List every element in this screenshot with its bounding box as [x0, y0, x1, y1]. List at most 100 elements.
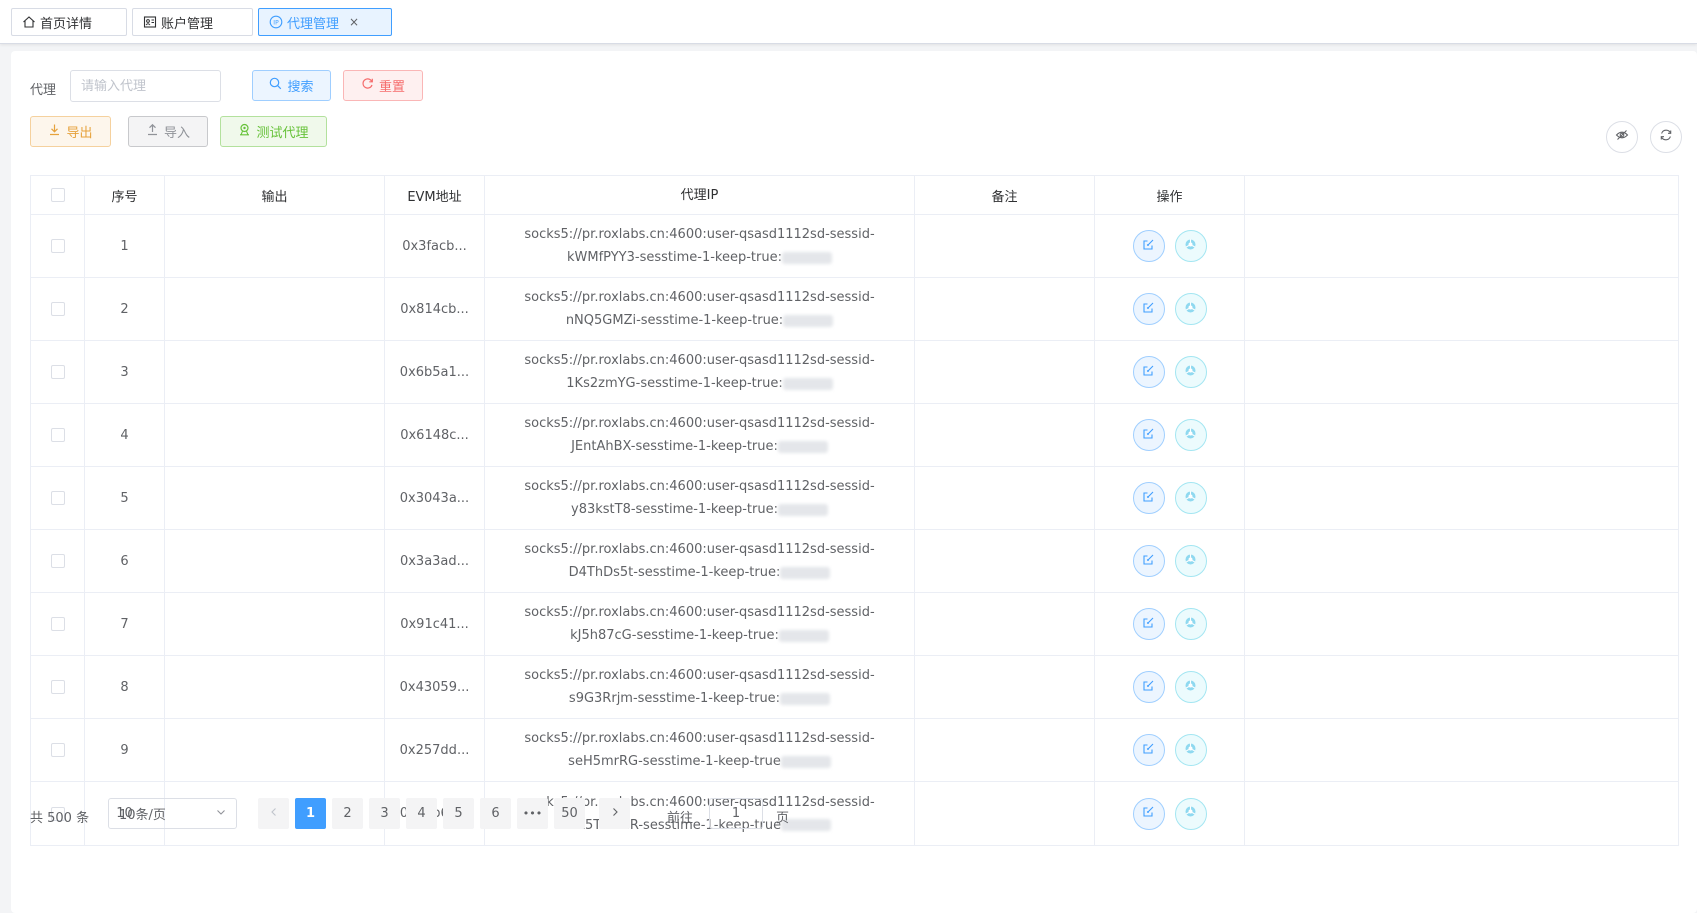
tab-bar: 首页详情 账户管理 IP 代理管理 ×: [0, 0, 1697, 44]
tab-home-details[interactable]: 首页详情: [11, 8, 127, 36]
chrome-icon: [1184, 742, 1197, 759]
redacted-blur: [782, 377, 833, 390]
row-checkbox-cell: [31, 278, 85, 340]
test-proxy-button-label: 测试代理: [256, 126, 309, 141]
row-filler: [1245, 656, 1678, 718]
page-number[interactable]: 2: [332, 798, 363, 829]
row-checkbox[interactable]: [50, 428, 65, 442]
test-button[interactable]: [1174, 482, 1207, 514]
goto-label: 前往: [667, 811, 694, 826]
row-note: [915, 341, 1095, 403]
reset-button-label: 重置: [378, 80, 405, 95]
row-operations: [1095, 593, 1245, 655]
row-evm-address: 0x257dd...: [385, 719, 485, 781]
row-checkbox[interactable]: [50, 680, 65, 694]
page-ellipsis[interactable]: •••: [517, 798, 548, 829]
page-size-select[interactable]: 10条/页: [108, 798, 237, 829]
row-checkbox[interactable]: [50, 743, 65, 757]
redacted-blur: [783, 314, 834, 327]
redacted-blur: [777, 503, 828, 516]
table-row: 9 0x257dd... socks5://pr.roxlabs.cn:4600:u…: [31, 719, 1678, 782]
table-row: 1 0x3facb... socks5://pr.roxlabs.cn:4600:u…: [31, 215, 1678, 278]
page-number[interactable]: 3: [369, 798, 400, 829]
row-checkbox[interactable]: [50, 365, 65, 379]
row-operations: [1095, 530, 1245, 592]
test-button[interactable]: [1174, 671, 1207, 703]
test-button[interactable]: [1174, 419, 1207, 451]
goto-page-input[interactable]: 1: [709, 798, 763, 829]
page-number[interactable]: 1: [295, 798, 326, 829]
test-button[interactable]: [1174, 545, 1207, 577]
edit-button[interactable]: [1132, 545, 1165, 577]
row-proxy-ip: socks5://pr.roxlabs.cn:4600:user-qsasd11…: [485, 341, 915, 403]
page-number[interactable]: 5: [443, 798, 474, 829]
row-proxy-ip: socks5://pr.roxlabs.cn:4600:user-qsasd11…: [485, 278, 915, 340]
tab-proxy-management[interactable]: IP 代理管理 ×: [258, 8, 392, 36]
row-operations: [1095, 341, 1245, 403]
select-all-checkbox[interactable]: [50, 188, 65, 202]
edit-button[interactable]: [1132, 797, 1165, 830]
row-output: [165, 719, 385, 781]
row-checkbox[interactable]: [50, 302, 65, 316]
proxy-ip-line2: D4ThDs5t-sesstime-1-keep-true:: [568, 565, 781, 580]
import-button[interactable]: 导入: [128, 116, 208, 147]
edit-button[interactable]: [1132, 230, 1165, 262]
chrome-icon: [1184, 490, 1197, 507]
table-row: 3 0x6b5a1... socks5://pr.roxlabs.cn:4600:u…: [31, 341, 1678, 404]
row-proxy-ip: socks5://pr.roxlabs.cn:4600:user-qsasd11…: [485, 782, 915, 845]
toggle-search-button[interactable]: [1606, 121, 1638, 153]
edit-button[interactable]: [1132, 356, 1165, 388]
test-button[interactable]: [1174, 608, 1207, 640]
row-checkbox[interactable]: [50, 491, 65, 505]
edit-button[interactable]: [1132, 293, 1165, 325]
row-checkbox[interactable]: [50, 239, 65, 253]
next-page-button[interactable]: [599, 798, 630, 829]
redacted-blur: [781, 251, 832, 264]
search-button-label: 搜索: [287, 80, 314, 95]
page-number[interactable]: 4: [406, 798, 437, 829]
edit-icon: [1142, 679, 1155, 696]
page-suffix-label: 页: [776, 811, 790, 826]
edit-button[interactable]: [1132, 419, 1165, 451]
page-number[interactable]: 6: [480, 798, 511, 829]
test-button[interactable]: [1174, 230, 1207, 262]
prev-page-button[interactable]: [258, 798, 289, 829]
edit-icon: [1142, 427, 1155, 444]
row-output: [165, 341, 385, 403]
chrome-icon: [1184, 301, 1197, 318]
edit-icon: [1142, 616, 1155, 633]
row-checkbox[interactable]: [50, 617, 65, 631]
edit-icon: [1142, 553, 1155, 570]
edit-button[interactable]: [1132, 608, 1165, 640]
export-button[interactable]: 导出: [30, 116, 111, 147]
proxy-search-input[interactable]: [81, 78, 210, 94]
close-icon[interactable]: ×: [349, 15, 359, 29]
tab-label: 账户管理: [161, 16, 214, 32]
search-button[interactable]: 搜索: [252, 70, 331, 101]
proxy-search-field[interactable]: [70, 70, 221, 102]
edit-button[interactable]: [1132, 671, 1165, 703]
row-proxy-ip: socks5://pr.roxlabs.cn:4600:user-qsasd11…: [485, 467, 915, 529]
table-header: 序号 输出 EVM地址 代理IP 备注 操作: [31, 176, 1678, 215]
test-button[interactable]: [1174, 293, 1207, 325]
proxy-ip-line1: socks5://pr.roxlabs.cn:4600:user-qsasd11…: [524, 731, 875, 746]
test-button[interactable]: [1174, 797, 1207, 830]
edit-button[interactable]: [1132, 482, 1165, 514]
test-button[interactable]: [1174, 356, 1207, 388]
row-proxy-ip: socks5://pr.roxlabs.cn:4600:user-qsasd11…: [485, 593, 915, 655]
test-button[interactable]: [1174, 734, 1207, 766]
tab-account-management[interactable]: 账户管理: [132, 8, 253, 36]
reset-button[interactable]: 重置: [343, 70, 423, 101]
page-number[interactable]: 50: [554, 798, 585, 829]
row-checkbox[interactable]: [50, 554, 65, 568]
row-proxy-ip: socks5://pr.roxlabs.cn:4600:user-qsasd11…: [485, 656, 915, 718]
edit-button[interactable]: [1132, 734, 1165, 766]
refresh-table-button[interactable]: [1650, 121, 1682, 153]
header-output: 输出: [165, 176, 385, 214]
row-index: 7: [85, 593, 165, 655]
row-output: [165, 215, 385, 277]
test-proxy-button[interactable]: 测试代理: [220, 116, 327, 147]
header-operations: 操作: [1095, 176, 1245, 214]
proxy-ip-line2: nNQ5GMZi-sesstime-1-keep-true:: [565, 313, 784, 328]
edit-icon: [1142, 238, 1155, 255]
